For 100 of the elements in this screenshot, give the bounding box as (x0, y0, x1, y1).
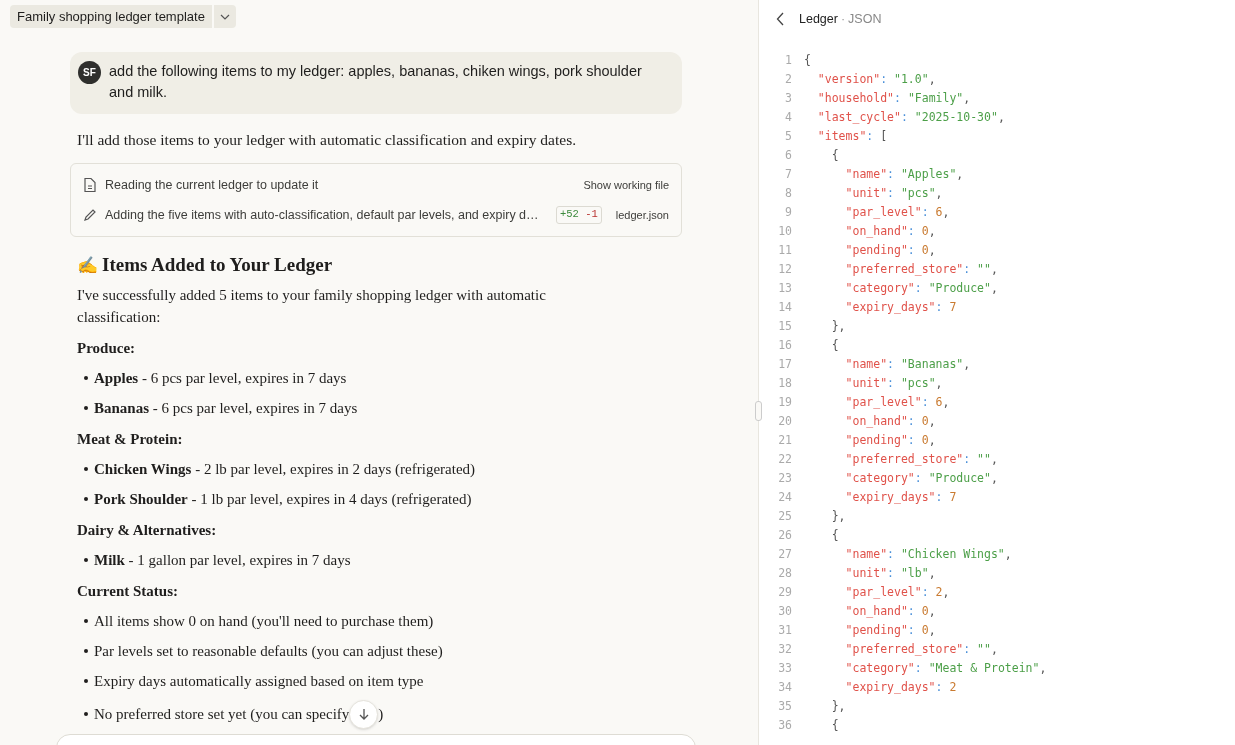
arrow-down-icon (358, 708, 369, 721)
line-number: 30 (777, 602, 792, 620)
bullet-text: Apples - 6 pcs par level, expires in 7 days (94, 368, 347, 388)
line-number: 16 (777, 336, 792, 354)
title-separator: · (840, 10, 846, 28)
line-number: 29 (777, 583, 792, 601)
tool-step-text: Reading the current ledger to update it (105, 176, 319, 194)
chevron-down-icon (219, 13, 230, 20)
code-line: "category": "Produce", (844, 279, 998, 297)
line-number: 22 (777, 450, 792, 468)
line-number: 10 (777, 222, 792, 240)
line-number: 4 (784, 108, 792, 126)
line-number: 6 (784, 146, 792, 164)
line-number: 18 (777, 374, 792, 392)
code-line: }, (830, 507, 846, 525)
code-line: "unit": "pcs", (844, 184, 943, 202)
code-line: { (830, 146, 839, 164)
pencil-icon (83, 208, 97, 223)
code-line: { (830, 526, 839, 544)
section-heading: Current Status: (77, 581, 179, 601)
bullet-text: Par levels set to reasonable defaults (you can adjust these) (94, 641, 443, 661)
title-dropdown-button[interactable] (213, 5, 236, 28)
code-line: "name": "Apples", (844, 165, 964, 183)
line-number: 26 (777, 526, 792, 544)
line-number: 27 (777, 545, 792, 563)
line-number: 32 (777, 640, 792, 658)
writing-hand-icon: ✍ (77, 252, 98, 279)
file-title: Ledger (799, 10, 838, 28)
line-number: 24 (777, 488, 792, 506)
response-heading: Items Added to Your Ledger (102, 253, 333, 278)
code-line: "pending": 0, (844, 241, 936, 259)
code-line: "par_level": 6, (844, 393, 950, 411)
tool-step-text: Adding the five items with auto-classification, default par levels, and expiry d… (105, 206, 539, 224)
code-line: "name": "Bananas", (844, 355, 971, 373)
code-line: "preferred_store": "", (844, 260, 998, 278)
bullet-text: Chicken Wings - 2 lb par level, expires in 2 days (refrigerated) (94, 459, 476, 479)
bullet-text: Milk - 1 gallon par level, expires in 7 days (94, 550, 351, 570)
line-number: 14 (777, 298, 792, 316)
section-heading: Meat & Protein: (77, 429, 184, 449)
code-line: "on_hand": 0, (844, 222, 936, 240)
code-line: "expiry_days": 7 (844, 298, 957, 316)
code-line: "category": "Produce", (844, 469, 998, 487)
line-number: 31 (777, 621, 792, 639)
code-line: "preferred_store": "", (844, 450, 998, 468)
file-type-label: JSON (848, 10, 882, 28)
code-line: "items": [ (816, 127, 888, 145)
line-number: 13 (777, 279, 792, 297)
scroll-down-button[interactable] (349, 699, 379, 729)
line-number: 17 (777, 355, 792, 373)
line-number: 33 (777, 659, 792, 677)
line-number: 12 (777, 260, 792, 278)
line-number: 7 (784, 165, 792, 183)
bullet-text: Bananas - 6 pcs par level, expires in 7 days (94, 398, 358, 418)
line-number: 3 (784, 89, 792, 107)
diff-stats-badge: +52 -1 (555, 206, 602, 225)
line-number: 20 (777, 412, 792, 430)
code-line: "name": "Chicken Wings", (844, 545, 1012, 563)
code-line: { (830, 716, 839, 734)
user-avatar: SF (78, 61, 101, 84)
code-line: "household": "Family", (816, 89, 971, 107)
code-line: }, (830, 697, 846, 715)
code-line: "par_level": 2, (844, 583, 950, 601)
line-number: 2 (784, 70, 792, 88)
line-number: 25 (777, 507, 792, 525)
bullet-text: All items show 0 on hand (you'll need to purchase them) (94, 611, 434, 631)
section-heading: Dairy & Alternatives: (77, 520, 218, 540)
line-number: 1 (784, 51, 792, 69)
line-number: 8 (784, 184, 792, 202)
bullet-text-tail: ) (378, 705, 384, 725)
code-line: "pending": 0, (844, 621, 936, 639)
line-number: 28 (777, 564, 792, 582)
line-number: 19 (777, 393, 792, 411)
show-working-file-link[interactable]: Show working file (583, 177, 669, 194)
bullet-text: Pork Shoulder - 1 lb par level, expires in 4 days (refrigerated) (94, 489, 472, 509)
code-line: "version": "1.0", (816, 70, 936, 88)
back-icon[interactable] (776, 12, 785, 26)
line-number: 23 (777, 469, 792, 487)
code-line: "category": "Meat & Protein", (844, 659, 1047, 677)
line-number: 34 (777, 678, 792, 696)
code-line: "last_cycle": "2025-10-30", (816, 108, 1005, 126)
code-line: }, (830, 317, 846, 335)
code-line: "expiry_days": 2 (844, 678, 957, 696)
chat-title-button[interactable]: Family shopping ledger template (10, 5, 212, 28)
bullet-text: Expiry days automatically assigned based on item type (94, 671, 424, 691)
code-line: "pending": 0, (844, 431, 936, 449)
code-line: "expiry_days": 7 (844, 488, 957, 506)
line-number: 11 (777, 241, 792, 259)
bullet-text: No preferred store set yet (you can specify (94, 705, 350, 725)
line-number: 35 (777, 697, 792, 715)
user-message-text: add the following items to my ledger: apples, bananas, chiken wings, pork shoulder and milk. (109, 62, 643, 102)
code-line: "on_hand": 0, (844, 412, 936, 430)
code-line: "unit": "pcs", (844, 374, 943, 392)
file-link[interactable]: ledger.json (615, 207, 669, 224)
code-line: { (804, 51, 811, 69)
document-icon (83, 177, 97, 194)
code-line: "par_level": 6, (844, 203, 950, 221)
line-number: 9 (784, 203, 792, 221)
line-number: 36 (777, 716, 792, 734)
line-number: 21 (777, 431, 792, 449)
code-line: "on_hand": 0, (844, 602, 936, 620)
